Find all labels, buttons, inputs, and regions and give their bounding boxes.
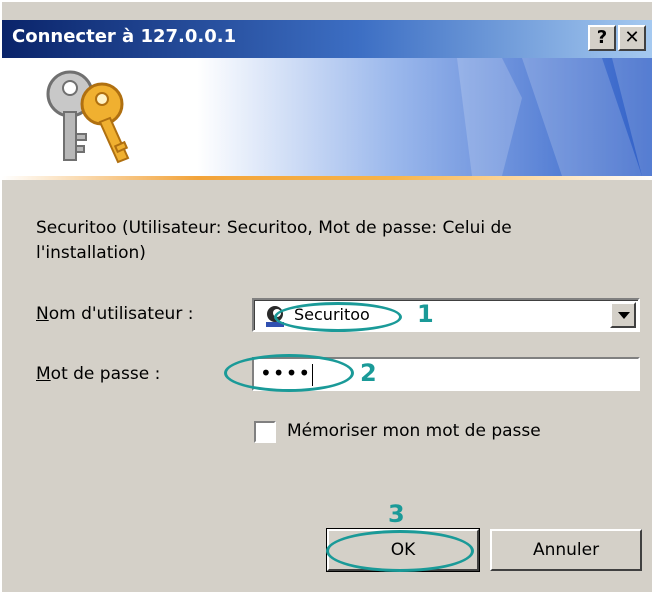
annotation-ellipse-password [224, 354, 354, 392]
login-description: Securitoo (Utilisateur: Securitoo, Mot d… [36, 218, 512, 263]
window-title: Connecter à 127.0.0.1 [12, 26, 237, 47]
annotation-ellipse-ok [326, 530, 474, 572]
password-label: Mot de passe : [36, 364, 160, 384]
cancel-button[interactable]: Annuler [490, 529, 642, 571]
keys-icon [46, 70, 130, 164]
remember-password-checkbox[interactable] [254, 421, 276, 443]
help-button[interactable]: ? [588, 25, 616, 51]
username-label-text: om d'utilisateur : [48, 304, 194, 324]
annotation-ellipse-username [274, 302, 402, 332]
title-bar: Connecter à 127.0.0.1 ? ✕ [2, 20, 652, 58]
annotation-marker-1: 1 [417, 300, 434, 328]
remember-password-label[interactable]: Mémoriser mon mot de passe [287, 421, 541, 441]
login-dialog: Connecter à 127.0.0.1 ? ✕ Securitoo (Uti… [0, 0, 652, 592]
username-label: Nom d'utilisateur : [36, 304, 193, 324]
chevron-down-icon[interactable] [610, 302, 636, 328]
username-label-access-key: N [36, 304, 49, 324]
password-label-access-key: M [36, 364, 51, 384]
password-label-text: ot de passe : [50, 364, 161, 384]
annotation-marker-2: 2 [360, 359, 377, 387]
annotation-marker-3: 3 [388, 500, 405, 528]
banner-divider [2, 176, 652, 180]
header-banner [2, 58, 652, 176]
close-button[interactable]: ✕ [618, 25, 646, 51]
